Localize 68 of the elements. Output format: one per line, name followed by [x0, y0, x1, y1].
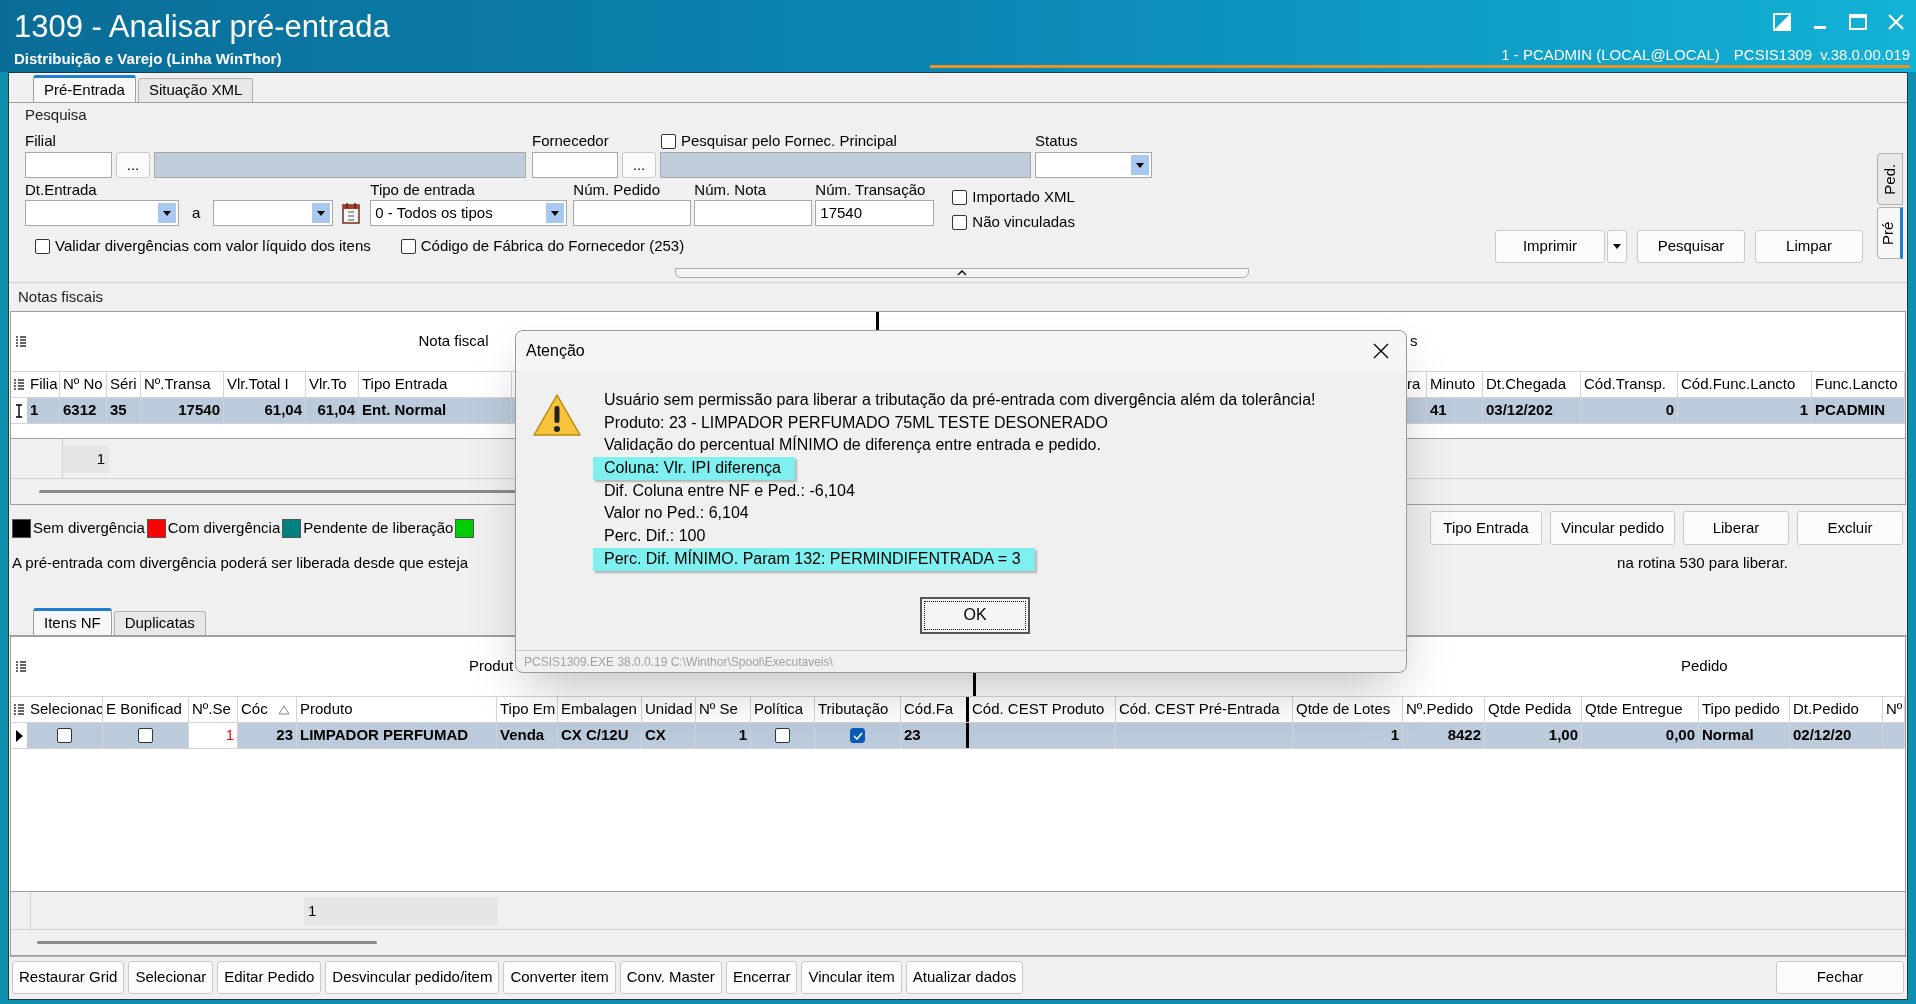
window-title: 1309 - Analisar pré-entrada	[14, 8, 390, 46]
table-cell: LIMPADOR PERFUMAD	[297, 723, 497, 748]
dialog-title: Atenção	[526, 341, 585, 361]
band-header: Nota fiscal	[418, 331, 489, 352]
summary-cell: 1	[63, 444, 109, 473]
table-cell: 1	[189, 723, 238, 748]
table-cell: PCADMIN	[1812, 398, 1905, 423]
message-text: Valor no Ped.: 6,104	[604, 503, 750, 524]
table-cell: 23	[901, 723, 969, 748]
message-text: Perc. Dif.: 100	[604, 526, 707, 547]
field-label: Status	[1035, 131, 1079, 151]
window-subtitle: Distribuição e Varejo (Linha WinThor)	[14, 49, 282, 69]
message-text: Validação do percentual MÍNIMO de diferença entre entrada e pedido.	[604, 434, 1102, 456]
legend-label: Pendente de liberação	[303, 517, 454, 538]
field-label: Dt.Entrada	[25, 180, 98, 200]
table-cell: 6312	[60, 398, 107, 423]
table-cell: 23	[238, 723, 297, 748]
status-text: PCSIS1309.EXE 38.0.0.19 C:\Winthor\Spool\Executaveis\	[516, 650, 1406, 672]
program-code: PCSIS1309	[1733, 45, 1813, 66]
message-text: Produto: 23 - LIMPADOR PERFUMADO 75ML TESTE DESONERADO	[604, 412, 1109, 433]
table-cell: 17540	[141, 398, 224, 423]
summary-cell: 1	[304, 896, 498, 925]
highlighted-text: Perc. Dif. MÍNIMO. Param 132: PERMINDIFENTRADA = 3	[593, 547, 1035, 571]
field-label: Tipo de entrada	[370, 180, 476, 200]
version-label: v.38.0.00.019	[1820, 45, 1910, 66]
table-cell: 61,04	[224, 398, 306, 423]
table-cell: 0	[1581, 398, 1678, 423]
field-label: Núm. Pedido	[573, 180, 662, 200]
checkbox-label: Validar divergências com valor líquido dos itens	[55, 236, 371, 257]
checkbox-label: Importado XML	[972, 186, 1075, 207]
table-cell: 02/12/20	[1790, 723, 1883, 748]
checkbox-label: Código de Fábrica do Fornecedor (253)	[420, 236, 685, 257]
table-cell: Ent. Normal	[359, 398, 512, 423]
separator-label: a	[192, 202, 201, 223]
table-cell: 8422	[1403, 723, 1485, 748]
legend-label: Sem divergência	[33, 517, 145, 538]
user-info: 1 - PCADMIN (LOCAL@LOCAL)	[1501, 45, 1720, 66]
message-text: Usuário sem permissão para liberar a tributação da pré-entrada com divergência além da tolerância!	[604, 390, 1316, 410]
band-header: Pedido	[1681, 656, 1728, 677]
table-cell: CX C/12U	[558, 723, 642, 748]
table-cell: Venda	[497, 723, 558, 748]
table-cell: 0,00	[1582, 723, 1699, 748]
field-label: Filial	[25, 131, 57, 151]
table-cell: CX	[642, 723, 696, 748]
band-header: Produt	[469, 656, 514, 677]
band-header: s	[1410, 331, 1418, 352]
section-title: Pesquisa	[25, 105, 88, 125]
table-cell: 61,04	[306, 398, 359, 423]
table-cell: 1	[696, 723, 751, 748]
field-label: Núm. Transação	[815, 180, 927, 200]
checkbox-label: Pesquisar pelo Fornec. Principal	[681, 130, 897, 151]
table-cell: 1,00	[1485, 723, 1582, 748]
highlighted-text: Coluna: Vlr. IPI diferença	[593, 457, 795, 480]
field-label: Fornecedor	[532, 131, 610, 151]
table-cell: 03/12/202	[1483, 398, 1581, 423]
section-title: Notas fiscais	[17, 287, 105, 307]
table-cell: 35	[107, 398, 141, 423]
note-text: A pré-entrada com divergência poderá ser liberada desde que esteja	[12, 552, 469, 573]
legend-label: Com divergência	[167, 517, 281, 538]
table-cell: Normal	[1699, 723, 1790, 748]
note-text: na rotina 530 para liberar.	[1617, 552, 1788, 573]
table-cell: 1	[1293, 723, 1403, 748]
checkbox-label: Não vinculadas	[972, 211, 1075, 232]
table-cell: 41	[1427, 398, 1483, 423]
field-label: Núm. Nota	[694, 180, 768, 200]
message-text: Dif. Coluna entre NF e Ped.: -6,104	[604, 480, 856, 501]
table-cell: 1	[27, 398, 60, 423]
table-cell: 1	[1678, 398, 1812, 423]
